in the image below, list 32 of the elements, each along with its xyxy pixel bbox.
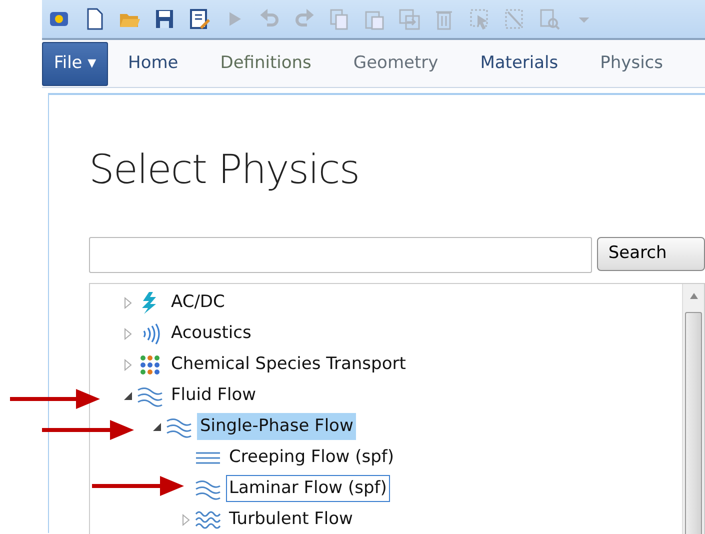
scroll-thumb[interactable] bbox=[685, 312, 702, 534]
expand-triangle-icon[interactable] bbox=[122, 296, 134, 308]
scroll-up-icon[interactable] bbox=[690, 293, 698, 299]
file-menu-button[interactable]: File ▾ bbox=[42, 42, 108, 86]
ribbon-tab[interactable]: Geometry bbox=[353, 50, 460, 76]
tree-item[interactable]: Laminar Flow (spf) bbox=[226, 474, 390, 502]
tree-item[interactable]: Acoustics bbox=[168, 320, 254, 348]
search-button[interactable]: Search bbox=[597, 237, 705, 271]
save-as-icon[interactable] bbox=[188, 7, 210, 31]
tree-item[interactable]: Chemical Species Transport bbox=[168, 350, 409, 378]
collapse-triangle-icon[interactable] bbox=[151, 420, 163, 432]
tree-item[interactable]: Single-Phase Flow bbox=[197, 412, 356, 440]
search-field[interactable] bbox=[89, 237, 592, 273]
collapse-triangle-icon[interactable] bbox=[122, 390, 134, 402]
flow-lines-icon bbox=[137, 384, 163, 406]
save-icon[interactable] bbox=[153, 7, 175, 31]
flow-lines-icon bbox=[195, 478, 221, 500]
flow-lines-icon bbox=[166, 416, 192, 438]
tree-item[interactable]: Turbulent Flow bbox=[226, 506, 356, 534]
ribbon-tab[interactable]: Materials bbox=[480, 50, 580, 76]
ribbon-tab[interactable]: Home bbox=[128, 50, 200, 76]
ribbon-tab[interactable]: Physics bbox=[600, 50, 684, 76]
expand-triangle-icon[interactable] bbox=[122, 328, 134, 340]
tree-item[interactable]: Fluid Flow bbox=[168, 382, 259, 410]
page-title: Select Physics bbox=[89, 146, 360, 195]
wavy-lines-icon bbox=[195, 508, 221, 530]
tree-item[interactable]: Creeping Flow (spf) bbox=[226, 444, 397, 472]
tree-item[interactable]: AC/DC bbox=[168, 288, 228, 316]
expand-triangle-icon[interactable] bbox=[180, 514, 192, 526]
scrollbar[interactable] bbox=[682, 284, 704, 534]
ribbon-tab[interactable]: Definitions bbox=[220, 50, 332, 76]
expand-triangle-icon[interactable] bbox=[122, 358, 134, 370]
